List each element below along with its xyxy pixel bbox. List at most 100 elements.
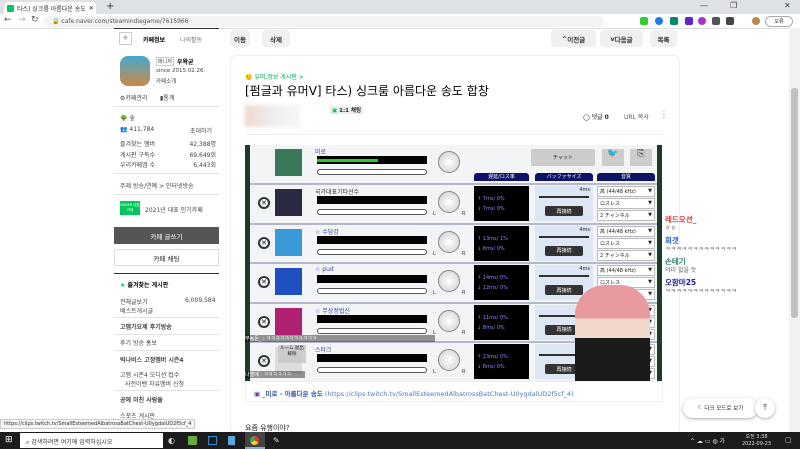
board-item[interactable]: 고멤 시즌4 오디션 접수 [120, 370, 179, 379]
room-exit-button[interactable]: ルーム 退出解除 [278, 345, 306, 363]
prev-post-button[interactable]: ^ 이전글 [551, 30, 596, 47]
delete-button[interactable]: 삭제 [262, 30, 290, 47]
app-icon[interactable] [208, 436, 217, 445]
volume-slider[interactable] [317, 327, 427, 334]
board-link[interactable]: 🙂 유머,정보 게시판 > [245, 72, 304, 81]
pan-knob[interactable] [438, 191, 460, 213]
channel-select[interactable]: 2 チャンネル [597, 210, 655, 221]
channel-select[interactable]: 2 チャンネル [597, 249, 655, 261]
puzzle-icon[interactable] [726, 17, 734, 25]
remove-user-icon[interactable]: ✕ [258, 236, 270, 249]
embedded-video[interactable]: 미로 チャット 🐦 ⎘ 遅延/ロス率 バッファサイズ 音質 ✕ 국가대표기타선수… [245, 145, 662, 381]
url-input[interactable]: 🔒 cafe.naver.com/steamindiegame/7615966 [44, 16, 604, 27]
pan-knob[interactable] [438, 151, 460, 173]
extension-icon[interactable] [655, 17, 663, 25]
extension-icon[interactable] [640, 17, 648, 25]
profile-button[interactable]: 오류 [765, 16, 793, 27]
copy-icon[interactable]: ⎘ [630, 149, 652, 166]
quality-select[interactable]: 高 (44/48 kHz) [597, 186, 655, 197]
fav-boards-header[interactable]: ★ 즐겨찾는 게시판 [120, 280, 168, 289]
cafe-chat-button[interactable]: 카페 채팅 [114, 249, 219, 266]
forward-icon[interactable]: → [18, 15, 26, 25]
manager-name[interactable]: 우왁굳 [177, 57, 194, 66]
star-icon[interactable]: ★ [119, 32, 132, 45]
board-item[interactable]: 후기 방송 홍보 [120, 338, 157, 347]
link-url[interactable]: (https://clips.twitch.tv/SmallEsteemedAl… [325, 390, 574, 398]
chrome-icon[interactable] [245, 432, 265, 449]
member-count[interactable]: 👥 411,784 [120, 126, 154, 133]
close-window-icon[interactable]: ✕ [784, 1, 791, 10]
chat-button[interactable]: チャット [531, 149, 595, 166]
quality-select[interactable]: 高 (44/48 kHz) [597, 265, 655, 276]
pan-knob[interactable] [438, 230, 460, 253]
taskbar-search-input[interactable]: ⌕ 검색하려면 여기에 입력하십시오 [20, 433, 163, 448]
back-icon[interactable]: ← [4, 15, 12, 25]
invite-link[interactable]: 초대하기 [190, 126, 212, 135]
app-icon[interactable] [228, 436, 235, 445]
cafe-intro-link[interactable]: 카페소개 [156, 77, 176, 85]
quality-select[interactable]: 高 (44/48 kHz) [597, 225, 655, 237]
remove-user-icon[interactable]: ✕ [258, 197, 270, 209]
extension-icon[interactable] [712, 17, 720, 25]
close-tab-icon[interactable]: ✕ [89, 5, 94, 12]
extension-icon[interactable] [685, 17, 693, 25]
tray-icons[interactable]: ^ ☁ ▭ ◍ 가 [690, 436, 725, 445]
pan-knob[interactable] [438, 270, 460, 292]
list-button[interactable]: 목록 [650, 30, 677, 47]
edge-icon[interactable]: ◐ [168, 436, 175, 445]
volume-slider[interactable] [317, 169, 427, 175]
write-post-button[interactable]: 카페 글쓰기 [114, 227, 219, 244]
cafe-manage-link[interactable]: ⚙카페관리 [120, 93, 147, 102]
scrollbar[interactable] [789, 28, 800, 432]
notification-icon[interactable]: ▢ [785, 436, 792, 444]
browser-tab[interactable]: 타스) 싱크룸 아름다운 송도 ✕ [4, 2, 96, 14]
extension-icon[interactable] [698, 17, 706, 25]
cafe-topic[interactable]: 주제 방송/연예 > 인터넷방송 [120, 181, 194, 190]
new-tab-button[interactable]: + [106, 1, 114, 12]
windows-start-icon[interactable]: ⊞ [5, 435, 13, 445]
volume-slider[interactable] [317, 209, 427, 215]
move-button[interactable]: 이동 [230, 30, 250, 47]
minecraft-icon[interactable] [188, 436, 197, 445]
minimize-icon[interactable]: — [700, 1, 708, 10]
remove-user-icon[interactable]: ✕ [258, 355, 270, 367]
app-icon[interactable]: ✎ [273, 436, 280, 445]
remove-user-icon[interactable]: ✕ [258, 315, 270, 328]
chat-1on1-button[interactable]: ▣ 1:1 채팅 [330, 106, 364, 114]
remove-user-icon[interactable]: ✕ [258, 276, 270, 288]
board-all-posts[interactable]: 전체글보기 [120, 297, 148, 306]
url-copy-button[interactable]: URL 복사 [624, 112, 649, 121]
avatar[interactable] [752, 17, 760, 25]
codec-select[interactable]: ロスレス [597, 198, 655, 209]
codec-select[interactable]: ロスレス [597, 237, 655, 249]
pan-knob[interactable] [438, 349, 460, 371]
buffer-slider[interactable] [539, 196, 589, 198]
clock[interactable]: 오전 3:38 2022-09-23 [742, 434, 771, 448]
scroll-top-button[interactable]: ⤒ [755, 398, 775, 418]
scrollbar-thumb[interactable] [791, 88, 798, 318]
volume-slider[interactable] [317, 367, 427, 373]
pan-knob[interactable] [438, 309, 460, 332]
comments-count[interactable]: ◯ 댓글 0 [583, 112, 609, 121]
tab-my-activity[interactable]: 나의활동 [180, 35, 202, 44]
reconnect-button[interactable]: 再接続 [545, 245, 583, 256]
tab-cafe-info[interactable]: 카페정보 [143, 35, 165, 44]
volume-slider[interactable] [317, 288, 427, 294]
reconnect-button[interactable]: 再接続 [545, 285, 583, 295]
stats-link[interactable]: ▮통계 [160, 93, 174, 102]
link-title[interactable]: _미로 - 아름다운 송도 [262, 390, 323, 398]
next-post-button[interactable]: v 다음글 [600, 30, 643, 47]
more-icon[interactable]: ⋮ [660, 110, 668, 119]
extension-icon[interactable] [670, 17, 678, 25]
reload-icon[interactable]: ↻ [31, 15, 39, 25]
buffer-slider[interactable] [539, 275, 589, 277]
dark-mode-button[interactable]: ☾ 다크 모드로 보기 [683, 398, 758, 418]
board-best[interactable]: 베스트게시글 [120, 306, 153, 315]
maximize-icon[interactable]: ❐ [730, 1, 737, 10]
reconnect-button[interactable]: 再接続 [545, 206, 583, 216]
clip-link[interactable]: ▣ _미로 - 아름다운 송도 (https://clips.twitch.tv… [245, 381, 663, 402]
volume-slider[interactable] [317, 248, 427, 255]
board-item[interactable]: 사전이벤 자유멤버 신청 [125, 379, 184, 388]
twitter-icon[interactable]: 🐦 [602, 149, 624, 166]
buffer-slider[interactable] [539, 235, 589, 238]
